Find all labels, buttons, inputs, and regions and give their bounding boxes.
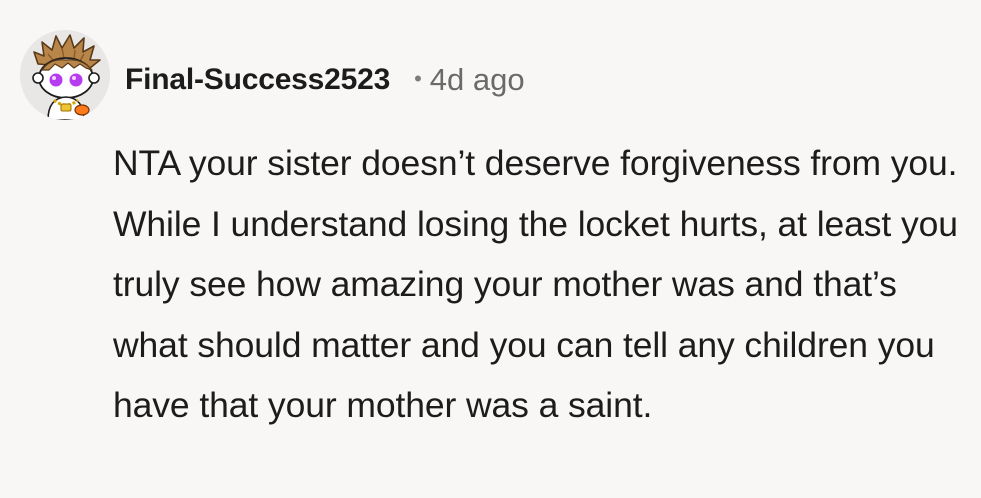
comment-header: Final-Success2523 • 4d ago bbox=[125, 58, 525, 102]
comment-body: NTA your sister doesn’t deserve forgiven… bbox=[113, 143, 958, 425]
user-avatar[interactable] bbox=[20, 30, 110, 120]
snoo-avatar-icon bbox=[20, 30, 110, 120]
username-link[interactable]: Final-Success2523 bbox=[125, 63, 390, 97]
comment: Final-Success2523 • 4d ago NTA your sist… bbox=[0, 0, 981, 498]
timestamp-link[interactable]: 4d ago bbox=[430, 62, 525, 98]
separator-dot: • bbox=[414, 66, 422, 91]
